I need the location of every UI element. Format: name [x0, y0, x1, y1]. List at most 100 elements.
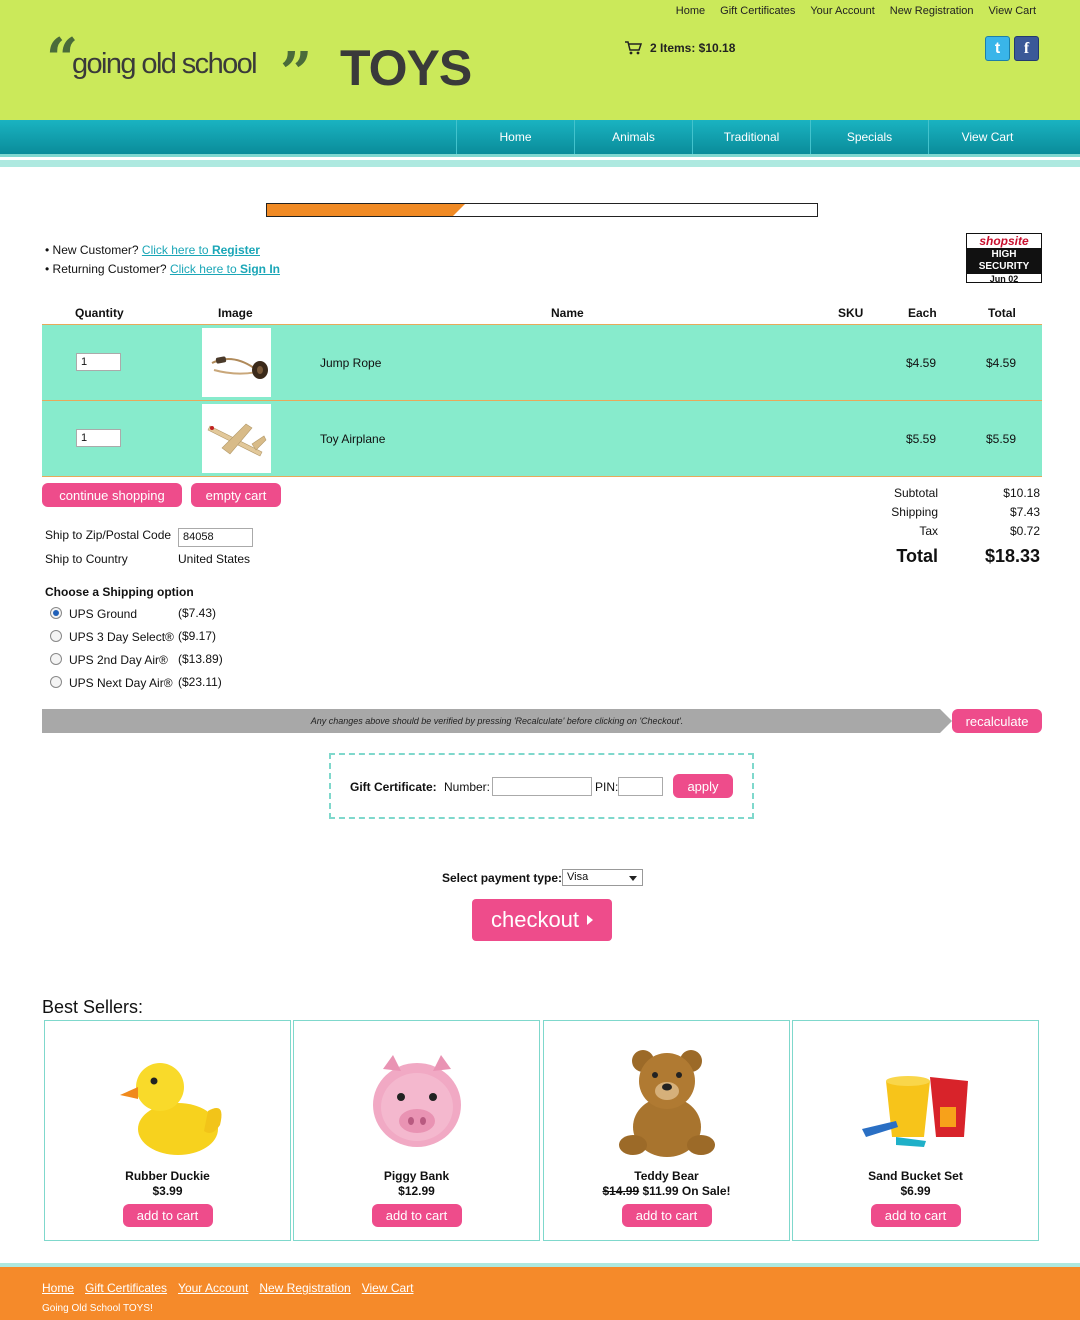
- social-links: t f: [985, 36, 1039, 61]
- product-card: Rubber Duckie $3.99 add to cart: [44, 1020, 291, 1241]
- ship-zip-label: Ship to Zip/Postal Code: [45, 528, 172, 542]
- site-logo[interactable]: “ going old school ” TOYS: [46, 26, 472, 106]
- cart-table-header: Quantity Image Name SKU Each Total: [42, 306, 1042, 324]
- nav-home[interactable]: Home: [456, 120, 574, 154]
- chevron-down-icon: [629, 876, 637, 881]
- checkout-button[interactable]: checkout: [472, 899, 612, 941]
- footer-link-home[interactable]: Home: [42, 1281, 74, 1295]
- col-each: Each: [908, 306, 937, 320]
- header-cart-summary[interactable]: 2 Items: $10.18: [624, 41, 735, 55]
- gift-pin-input[interactable]: [618, 777, 663, 796]
- product-name[interactable]: Piggy Bank: [294, 1169, 539, 1183]
- tax-value: $0.72: [1009, 524, 1040, 538]
- add-to-cart-button[interactable]: add to cart: [371, 1204, 462, 1227]
- shipping-option-price: ($23.11): [178, 675, 222, 689]
- shipping-option-label: UPS 3 Day Select®: [69, 630, 174, 644]
- twitter-icon[interactable]: t: [985, 36, 1010, 61]
- sign-in-link[interactable]: Click here to Sign In: [170, 262, 280, 276]
- product-card: Sand Bucket Set $6.99 add to cart: [792, 1020, 1039, 1241]
- logo-open-quote: “: [46, 26, 78, 92]
- shipping-option-price: ($13.89): [178, 652, 223, 666]
- add-to-cart-button[interactable]: add to cart: [870, 1204, 961, 1227]
- shipping-option-label: UPS Next Day Air®: [69, 676, 173, 690]
- footer-link-view-cart[interactable]: View Cart: [362, 1281, 414, 1295]
- shopping-cart-icon: [625, 41, 642, 55]
- product-card: Teddy Bear $14.99 $11.99 On Sale! add to…: [543, 1020, 790, 1241]
- subtotal-label: Subtotal: [893, 486, 938, 500]
- toplink-gift-certificates[interactable]: Gift Certificates: [720, 5, 795, 17]
- order-totals: Subtotal $10.18 Shipping $7.43 Tax $0.72 To…: [860, 486, 1042, 574]
- footer-link-your-account[interactable]: Your Account: [178, 1281, 248, 1295]
- jump-rope-icon: [211, 356, 268, 379]
- nav-specials[interactable]: Specials: [810, 120, 928, 154]
- gift-number-input[interactable]: [492, 777, 592, 796]
- sand-bucket-icon[interactable]: [856, 1041, 976, 1161]
- toplink-home[interactable]: Home: [676, 5, 705, 17]
- radio-button[interactable]: [50, 676, 62, 688]
- total-label: Total: [896, 546, 938, 566]
- ship-country-label: Ship to Country: [45, 552, 128, 566]
- badge-brand: shopsite: [967, 234, 1041, 248]
- footer-link-gift-certificates[interactable]: Gift Certificates: [85, 1281, 167, 1295]
- table-divider: [42, 476, 1042, 477]
- footer-copyright: Going Old School TOYS!: [42, 1303, 153, 1314]
- continue-shopping-button[interactable]: continue shopping: [42, 483, 182, 507]
- subtotal-value: $10.18: [1003, 486, 1040, 500]
- item-name[interactable]: Toy Airplane: [320, 432, 385, 446]
- jump-rope-image[interactable]: [202, 328, 271, 397]
- toy-airplane-image[interactable]: [202, 404, 271, 473]
- radio-button[interactable]: [50, 653, 62, 665]
- cart-summary-text: 2 Items: $10.18: [650, 41, 736, 55]
- product-price-block: $14.99 $11.99 On Sale!: [544, 1184, 789, 1198]
- product-name[interactable]: Teddy Bear: [544, 1169, 789, 1183]
- radio-button[interactable]: [50, 630, 62, 642]
- arrow-right-icon: [587, 915, 594, 925]
- logo-toys: TOYS: [340, 40, 472, 96]
- returning-customer-prompt: • Returning Customer?: [45, 262, 167, 276]
- recalculate-button[interactable]: recalculate: [952, 709, 1042, 733]
- security-badge[interactable]: shopsite HIGH SECURITY Jun 02: [966, 233, 1042, 283]
- shipping-option-label: UPS Ground: [69, 607, 138, 621]
- payment-type-label: Select payment type:: [442, 871, 563, 885]
- toplink-new-registration[interactable]: New Registration: [890, 5, 974, 17]
- product-price: $6.99: [900, 1184, 931, 1198]
- product-price: $11.99 On Sale!: [642, 1184, 731, 1198]
- quantity-input[interactable]: 1: [76, 429, 121, 447]
- toplink-view-cart[interactable]: View Cart: [989, 5, 1036, 17]
- add-to-cart-button[interactable]: add to cart: [621, 1204, 712, 1227]
- register-link[interactable]: Click here to Register: [142, 243, 260, 257]
- nav-traditional[interactable]: Traditional: [692, 120, 810, 154]
- top-links: Home Gift Certificates Your Account New …: [676, 5, 1036, 17]
- teddy-bear-icon[interactable]: [607, 1041, 727, 1161]
- nav-view-cart[interactable]: View Cart: [928, 120, 1046, 154]
- cart-row: 1 Toy Airplane $5.59 $5.59: [42, 400, 1042, 476]
- product-name[interactable]: Rubber Duckie: [45, 1169, 290, 1183]
- piggy-bank-icon[interactable]: [357, 1041, 477, 1161]
- radio-button[interactable]: [50, 607, 62, 619]
- add-to-cart-button[interactable]: add to cart: [122, 1204, 213, 1227]
- item-name[interactable]: Jump Rope: [320, 356, 381, 370]
- product-price: $3.99: [152, 1184, 183, 1198]
- logo-text: going old school: [72, 48, 258, 80]
- nav-stripe: [0, 160, 1080, 167]
- zip-input[interactable]: 84058: [178, 528, 253, 547]
- product-card: Piggy Bank $12.99 add to cart: [293, 1020, 540, 1241]
- facebook-icon[interactable]: f: [1014, 36, 1039, 61]
- toplink-your-account[interactable]: Your Account: [810, 5, 874, 17]
- item-total-price: $5.59: [986, 432, 1017, 446]
- product-name[interactable]: Sand Bucket Set: [793, 1169, 1038, 1183]
- empty-cart-button[interactable]: empty cart: [191, 483, 281, 507]
- nav-animals[interactable]: Animals: [574, 120, 692, 154]
- login-prompts: • New Customer? Click here to Register •…: [45, 241, 280, 279]
- item-each-price: $5.59: [906, 432, 937, 446]
- col-name: Name: [551, 306, 584, 320]
- badge-line1: HIGH: [991, 249, 1017, 260]
- duck-icon[interactable]: [108, 1041, 228, 1161]
- footer-link-new-registration[interactable]: New Registration: [259, 1281, 350, 1295]
- item-total-price: $4.59: [986, 356, 1017, 370]
- product-old-price: $14.99: [602, 1184, 640, 1198]
- shipping-options-title: Choose a Shipping option: [45, 585, 194, 599]
- apply-button[interactable]: apply: [673, 774, 733, 798]
- payment-type-select[interactable]: Visa: [562, 869, 643, 886]
- quantity-input[interactable]: 1: [76, 353, 121, 371]
